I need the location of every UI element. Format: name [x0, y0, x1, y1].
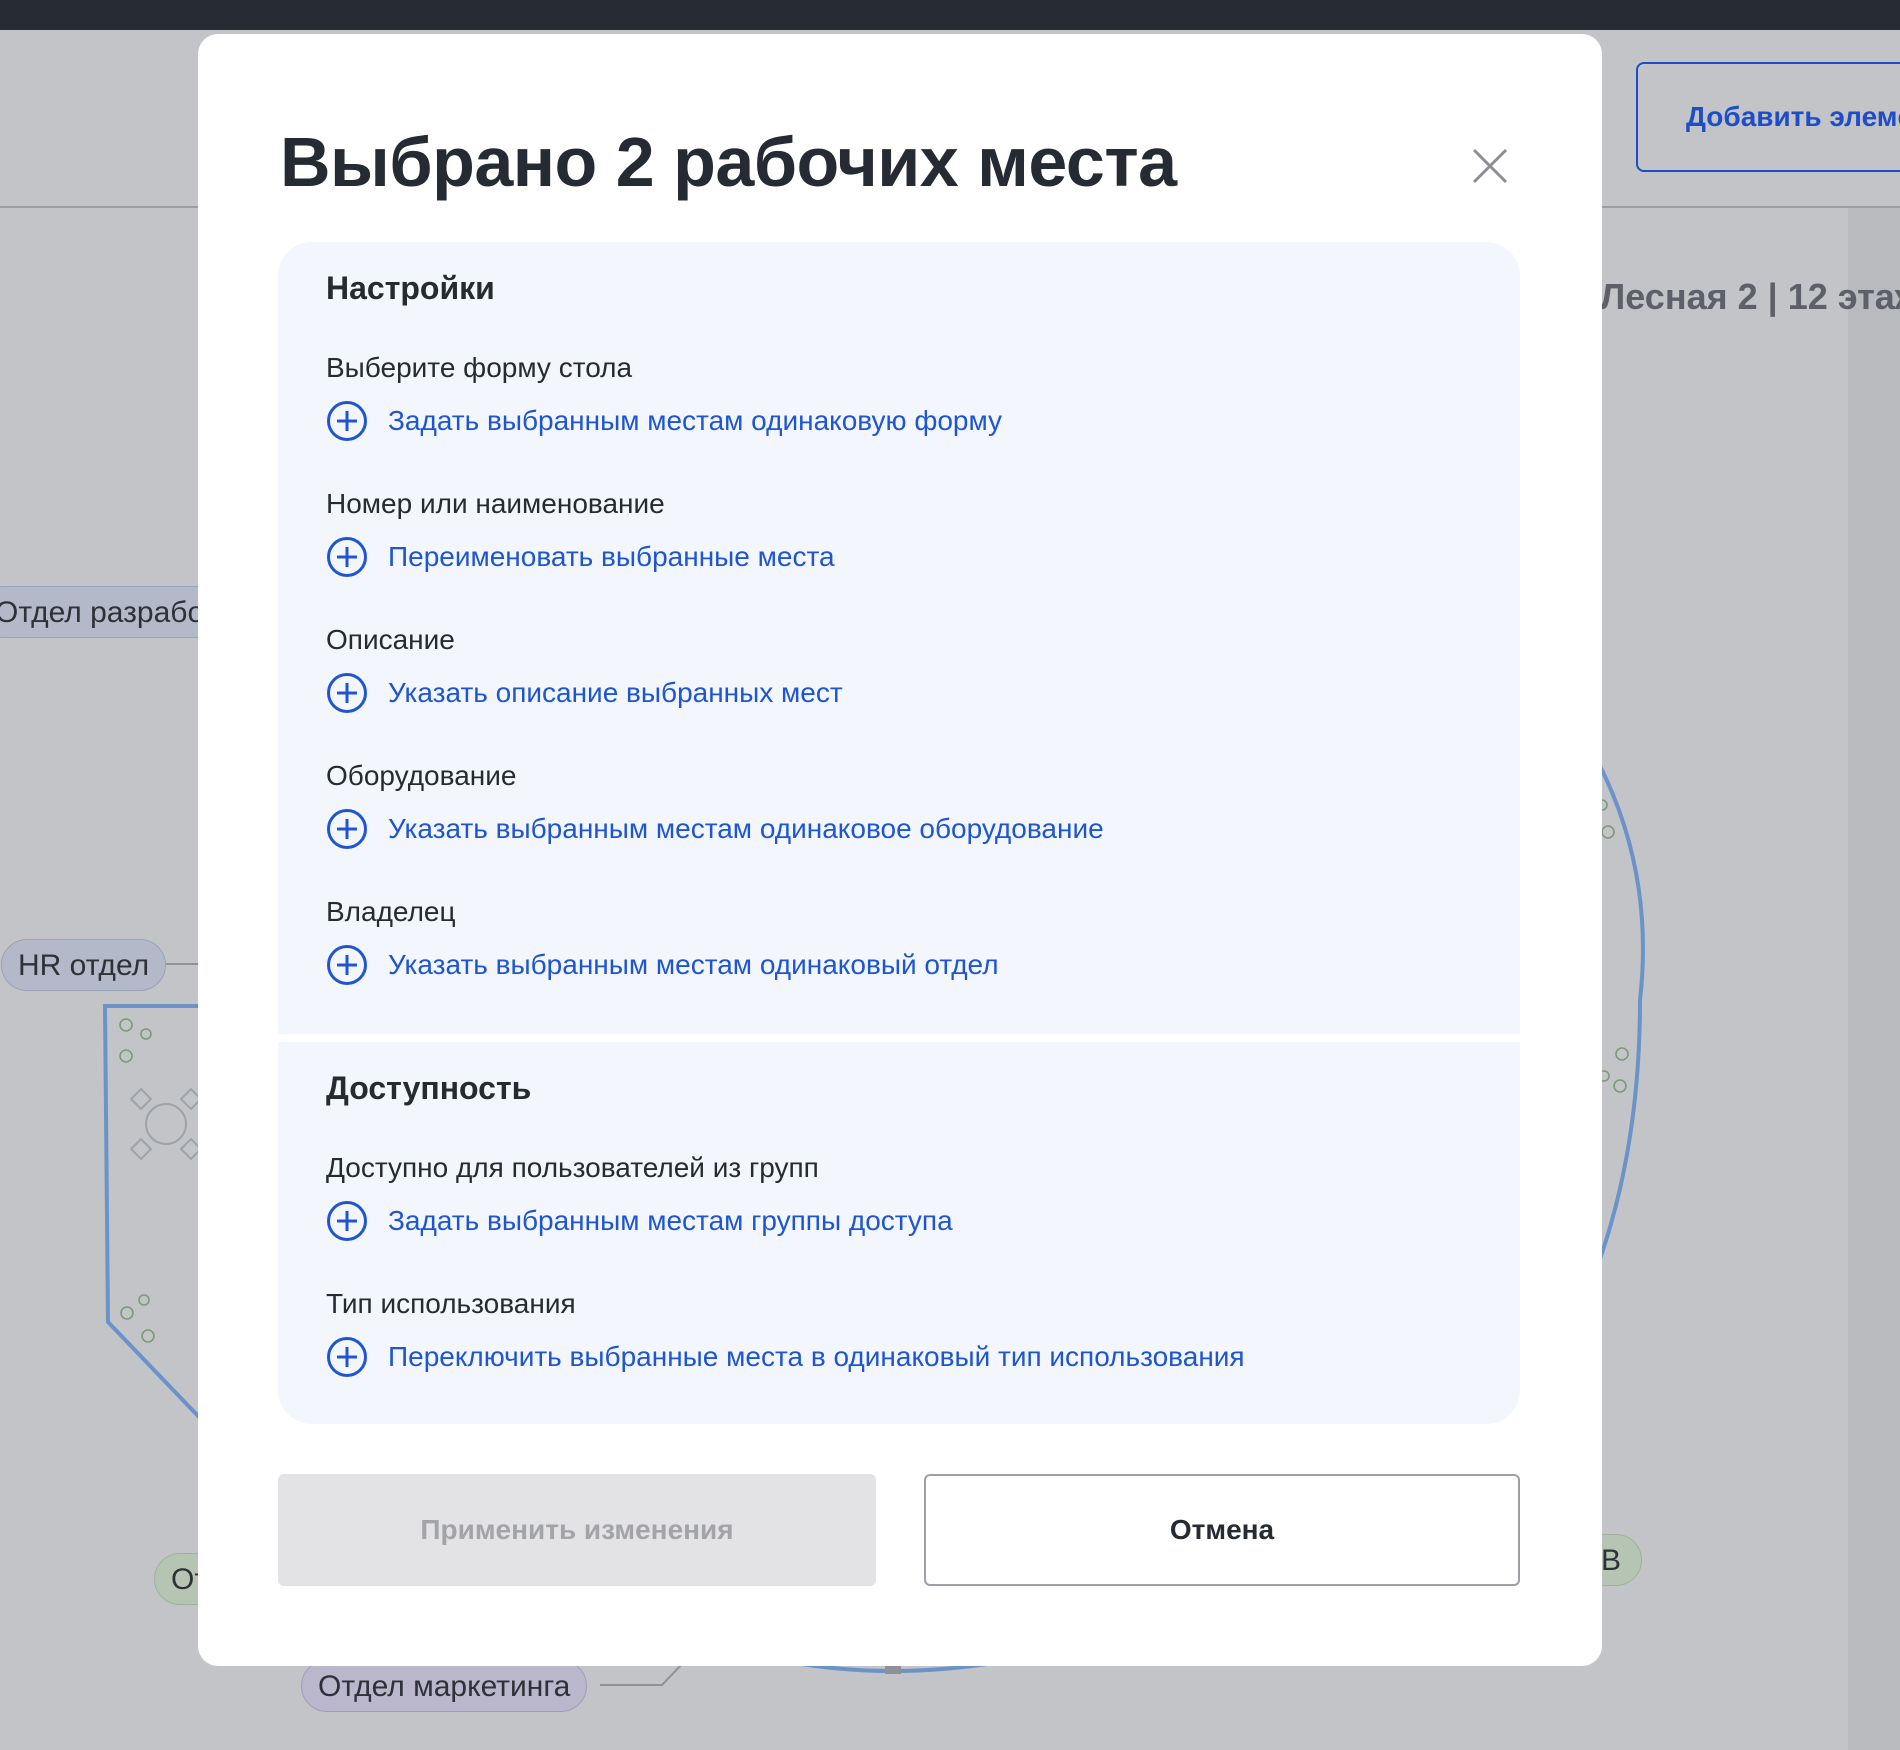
- set-equipment-label: Указать выбранным местам одинаковое обор…: [388, 813, 1104, 844]
- plus-circle-icon: [327, 401, 367, 441]
- field-label-name: Номер или наименование: [326, 488, 665, 519]
- field-label-groups: Доступно для пользователей из групп: [326, 1152, 819, 1183]
- department-label-dev[interactable]: Отдел разработки: [0, 586, 247, 638]
- set-usage-type-label: Переключить выбранные места в одинаковый…: [388, 1341, 1245, 1372]
- rename-places-action[interactable]: Переименовать выбранные места: [326, 536, 835, 578]
- close-icon[interactable]: [1468, 144, 1512, 188]
- settings-title: Настройки: [326, 270, 495, 306]
- settings-section: Настройки Выберите форму стола Задать вы…: [278, 242, 1520, 1034]
- plus-circle-icon: [327, 945, 367, 985]
- table-icon: [145, 1103, 187, 1145]
- department-label-hr[interactable]: HR отдел: [1, 939, 167, 991]
- plus-circle-icon: [327, 673, 367, 713]
- set-access-groups-label: Задать выбранным местам группы доступа: [388, 1205, 953, 1236]
- plus-circle-icon: [327, 809, 367, 849]
- set-usage-type-action[interactable]: Переключить выбранные места в одинаковый…: [326, 1336, 1245, 1378]
- apply-changes-button[interactable]: Применить изменения: [278, 1474, 876, 1586]
- field-label-owner: Владелец: [326, 896, 456, 927]
- plus-circle-icon: [327, 1201, 367, 1241]
- set-description-action[interactable]: Указать описание выбранных мест: [326, 672, 843, 714]
- set-table-shape-label: Задать выбранным местам одинаковую форму: [388, 405, 1003, 436]
- plus-circle-icon: [327, 1337, 367, 1377]
- access-section: Доступность Доступно для пользователей и…: [278, 1042, 1520, 1424]
- field-label-table-shape: Выберите форму стола: [326, 352, 633, 383]
- rename-places-label: Переименовать выбранные места: [388, 541, 835, 572]
- access-title: Доступность: [326, 1070, 532, 1106]
- set-description-label: Указать описание выбранных мест: [388, 677, 843, 708]
- cancel-button[interactable]: Отмена: [924, 1474, 1520, 1586]
- modal-title: Выбрано 2 рабочих места: [280, 123, 1177, 201]
- field-label-equipment: Оборудование: [326, 760, 517, 791]
- field-label-description: Описание: [326, 624, 455, 655]
- department-label-marketing[interactable]: Отдел маркетинга: [301, 1660, 588, 1712]
- set-equipment-action[interactable]: Указать выбранным местам одинаковое обор…: [326, 808, 1104, 850]
- set-access-groups-action[interactable]: Задать выбранным местам группы доступа: [326, 1200, 953, 1242]
- set-department-action[interactable]: Указать выбранным местам одинаковый отде…: [326, 944, 999, 986]
- set-department-label: Указать выбранным местам одинаковый отде…: [388, 949, 999, 980]
- set-table-shape-action[interactable]: Задать выбранным местам одинаковую форму: [326, 400, 1002, 442]
- bulk-edit-modal: Выбрано 2 рабочих места Настройки Выбери…: [198, 34, 1602, 1666]
- field-label-usage-type: Тип использования: [326, 1288, 576, 1319]
- plus-circle-icon: [327, 537, 367, 577]
